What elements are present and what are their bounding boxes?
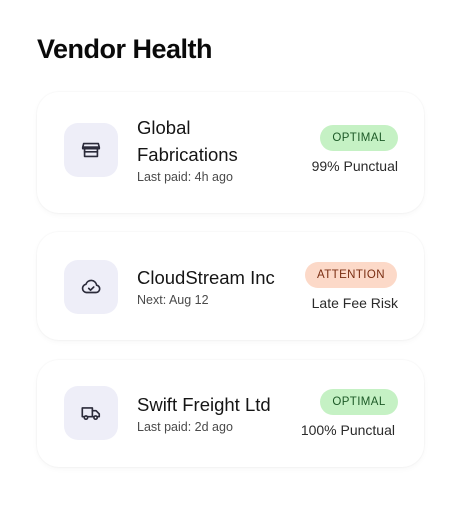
punctuality-metric: 100% Punctual	[300, 422, 395, 438]
vendor-name: Swift Freight Ltd	[137, 394, 271, 415]
status-badge: OPTIMAL	[320, 389, 398, 415]
vendor-card[interactable]: Swift Freight Ltd Last paid: 2d ago OPTI…	[37, 360, 424, 467]
vendor-last-paid: Last paid: 2d ago	[137, 420, 233, 434]
risk-metric: Late Fee Risk	[311, 295, 398, 311]
vendor-last-paid: Last paid: 4h ago	[137, 170, 233, 184]
vendor-name: CloudStream Inc	[137, 267, 275, 288]
vendor-name: Global Fabrications	[137, 117, 238, 165]
vendor-card[interactable]: CloudStream Inc Next: Aug 12 ATTENTION L…	[37, 232, 424, 340]
vendor-next-payment: Next: Aug 12	[137, 293, 209, 307]
truck-icon	[64, 386, 118, 440]
status-badge: OPTIMAL	[320, 125, 398, 151]
cloud-check-icon	[64, 260, 118, 314]
status-badge: ATTENTION	[305, 262, 397, 288]
vendor-card[interactable]: Global Fabrications Last paid: 4h ago OP…	[37, 92, 424, 213]
storefront-icon	[64, 123, 118, 177]
page-title: Vendor Health	[37, 34, 213, 64]
punctuality-metric: 99% Punctual	[311, 158, 398, 174]
